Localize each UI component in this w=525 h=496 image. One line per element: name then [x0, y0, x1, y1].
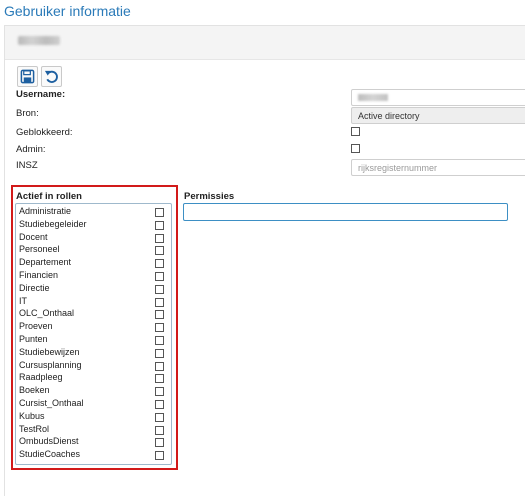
- role-label: OmbudsDienst: [19, 436, 79, 447]
- role-label: Personeel: [19, 244, 60, 255]
- role-checkbox[interactable]: [155, 297, 164, 307]
- redacted-user-name: [18, 36, 60, 45]
- role-checkbox[interactable]: [155, 400, 164, 409]
- role-label: Punten: [19, 334, 48, 344]
- role-label: Cursusplanning: [19, 359, 82, 370]
- bron-field: Active directory: [351, 107, 525, 124]
- role-label: StudieCoaches: [19, 449, 81, 460]
- role-checkbox[interactable]: [155, 272, 164, 281]
- role-checkbox[interactable]: [155, 336, 164, 345]
- role-item: TestRol: [16, 424, 171, 437]
- role-label: Raadpleeg: [19, 372, 63, 383]
- panel-header: [5, 26, 525, 60]
- undo-icon: [44, 70, 58, 83]
- role-item: Cursusplanning: [16, 360, 171, 373]
- roles-list: Administratie Studiebegeleider Docent Pe…: [15, 203, 172, 465]
- role-item: Cursist_Onthaal: [16, 398, 171, 411]
- role-item: Proeven: [16, 321, 171, 334]
- role-label: Directie: [19, 282, 50, 293]
- role-item: Studiebewijzen: [16, 347, 171, 360]
- permissions-title: Permissies: [184, 191, 235, 202]
- role-label: Studiebewijzen: [19, 346, 80, 357]
- role-item: Personeel: [16, 244, 171, 257]
- page-title: Gebruiker informatie: [4, 3, 131, 19]
- role-label: Kubus: [19, 410, 45, 421]
- username-field[interactable]: [351, 89, 525, 106]
- role-checkbox[interactable]: [155, 451, 164, 461]
- role-item: Boeken: [16, 385, 171, 398]
- role-checkbox[interactable]: [155, 361, 164, 371]
- role-label: OLC_Onthaal: [19, 308, 75, 319]
- save-button[interactable]: [17, 66, 38, 87]
- permissions-field[interactable]: [183, 203, 508, 221]
- role-label: IT: [19, 295, 27, 306]
- insz-label: INSZ: [16, 160, 38, 171]
- role-item: Studiebegeleider: [16, 219, 171, 232]
- role-checkbox[interactable]: [155, 323, 164, 333]
- role-item: StudieCoaches: [16, 449, 171, 462]
- role-item: Docent: [16, 232, 171, 245]
- role-label: Proeven: [19, 321, 53, 332]
- role-label: Docent: [19, 231, 48, 242]
- role-checkbox[interactable]: [155, 246, 164, 256]
- role-label: TestRol: [19, 423, 50, 434]
- save-icon: [20, 69, 35, 84]
- role-checkbox[interactable]: [155, 233, 164, 243]
- role-checkbox[interactable]: [155, 374, 164, 384]
- undo-button[interactable]: [41, 66, 62, 87]
- role-checkbox[interactable]: [155, 348, 164, 358]
- roles-title: Actief in rollen: [16, 191, 82, 202]
- role-item: IT: [16, 296, 171, 309]
- redacted-username: [358, 94, 388, 101]
- role-checkbox[interactable]: [155, 284, 164, 294]
- role-checkbox[interactable]: [155, 259, 164, 269]
- insz-field[interactable]: rijksregisternummer: [351, 159, 525, 176]
- role-label: Departement: [19, 257, 72, 268]
- role-item: Raadpleeg: [16, 372, 171, 385]
- role-item: OLC_Onthaal: [16, 308, 171, 321]
- role-item: OmbudsDienst: [16, 436, 171, 449]
- role-item: Financien: [16, 270, 171, 283]
- role-checkbox[interactable]: [155, 387, 164, 397]
- role-item: Directie: [16, 283, 171, 296]
- role-item: Departement: [16, 257, 171, 270]
- bron-value: Active directory: [358, 111, 420, 121]
- role-checkbox[interactable]: [155, 412, 164, 422]
- role-item: Administratie: [16, 206, 171, 219]
- geblokkeerd-label: Geblokkeerd:: [16, 127, 73, 138]
- role-checkbox[interactable]: [155, 425, 164, 435]
- username-label: Username:: [16, 89, 66, 100]
- role-label: Administratie: [19, 206, 72, 216]
- role-item: Punten: [16, 334, 171, 347]
- role-checkbox[interactable]: [155, 310, 164, 320]
- role-item: Kubus: [16, 411, 171, 424]
- role-checkbox[interactable]: [155, 208, 164, 217]
- role-label: Studiebegeleider: [19, 218, 87, 229]
- role-checkbox[interactable]: [155, 220, 164, 230]
- role-checkbox[interactable]: [155, 438, 164, 448]
- role-label: Cursist_Onthaal: [19, 398, 84, 408]
- admin-label: Admin:: [16, 144, 46, 155]
- admin-checkbox[interactable]: [351, 144, 360, 153]
- role-label: Boeken: [19, 385, 50, 396]
- insz-placeholder: rijksregisternummer: [358, 163, 438, 173]
- role-label: Financien: [19, 270, 59, 280]
- bron-label: Bron:: [16, 108, 39, 119]
- geblokkeerd-checkbox[interactable]: [351, 127, 360, 136]
